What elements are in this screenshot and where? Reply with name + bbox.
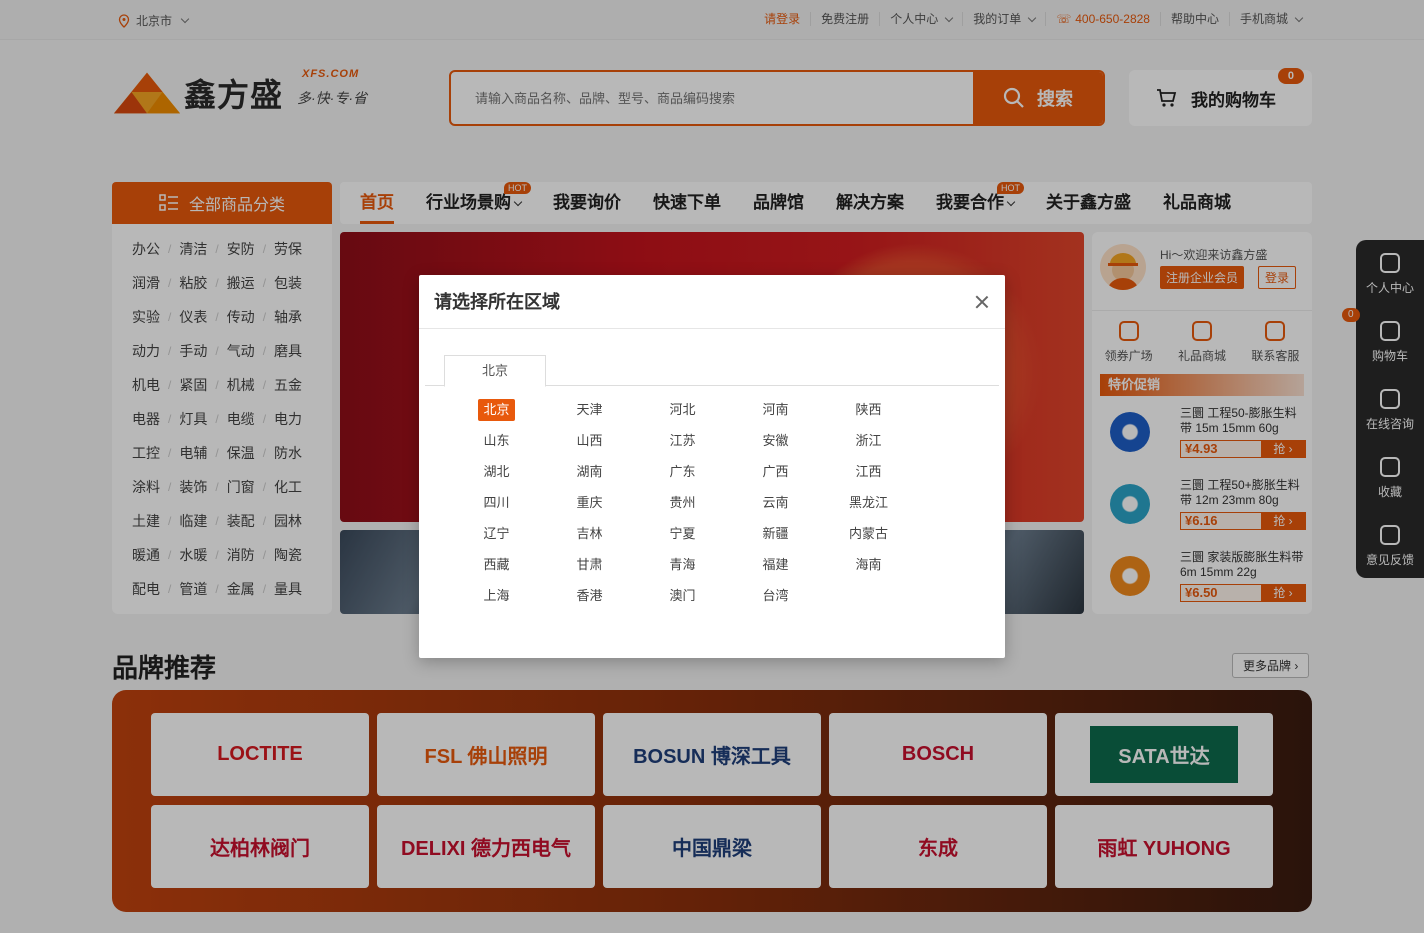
region-label: 青海 bbox=[669, 557, 696, 572]
region-label: 湖南 bbox=[576, 464, 603, 479]
region-label: 澳门 bbox=[669, 588, 696, 603]
region-label: 江西 bbox=[855, 464, 882, 479]
region-label: 宁夏 bbox=[669, 526, 696, 541]
region-label: 天津 bbox=[576, 402, 603, 417]
region-label: 河南 bbox=[762, 402, 789, 417]
region-label: 浙江 bbox=[855, 433, 882, 448]
region-option[interactable]: 上海 bbox=[450, 585, 543, 607]
region-option[interactable]: 福建 bbox=[729, 554, 822, 576]
region-label: 四川 bbox=[483, 495, 510, 510]
region-label: 西藏 bbox=[483, 557, 510, 572]
region-label: 江苏 bbox=[669, 433, 696, 448]
region-option[interactable]: 重庆 bbox=[543, 492, 636, 514]
region-label: 安徽 bbox=[762, 433, 789, 448]
region-select-dialog: 请选择所在区域 北京 北京 天津 河北 河南 陕西 山东 山西 江苏 安徽 浙江 湖北 湖南 广东 广西江… bbox=[419, 275, 1005, 658]
region-tabs: 北京 bbox=[425, 355, 999, 387]
region-label: 北京 bbox=[478, 399, 515, 421]
region-option[interactable]: 四川 bbox=[450, 492, 543, 514]
region-option[interactable]: 黑龙江 bbox=[822, 492, 915, 514]
region-option[interactable]: 青海 bbox=[636, 554, 729, 576]
region-option[interactable]: 宁夏 bbox=[636, 523, 729, 545]
region-option[interactable]: 内蒙古 bbox=[822, 523, 915, 545]
region-label: 广东 bbox=[669, 464, 696, 479]
region-label: 山西 bbox=[576, 433, 603, 448]
region-option[interactable]: 香港 bbox=[543, 585, 636, 607]
region-label: 上海 bbox=[483, 588, 510, 603]
region-option[interactable]: 辽宁 bbox=[450, 523, 543, 545]
region-option[interactable]: 台湾 bbox=[729, 585, 822, 607]
region-option[interactable]: 北京 bbox=[450, 399, 543, 421]
region-option[interactable]: 山西 bbox=[543, 430, 636, 452]
region-option[interactable]: 河北 bbox=[636, 399, 729, 421]
region-option[interactable]: 浙江 bbox=[822, 430, 915, 452]
region-label: 香港 bbox=[576, 588, 603, 603]
region-label: 云南 bbox=[762, 495, 789, 510]
region-option[interactable]: 江西 bbox=[822, 461, 915, 483]
region-option[interactable]: 甘肃 bbox=[543, 554, 636, 576]
region-option[interactable]: 湖北 bbox=[450, 461, 543, 483]
region-option[interactable]: 西藏 bbox=[450, 554, 543, 576]
region-option[interactable]: 安徽 bbox=[729, 430, 822, 452]
region-label: 辽宁 bbox=[483, 526, 510, 541]
region-label: 广西 bbox=[762, 464, 789, 479]
region-option[interactable]: 湖南 bbox=[543, 461, 636, 483]
region-label: 新疆 bbox=[762, 526, 789, 541]
region-option[interactable]: 吉林 bbox=[543, 523, 636, 545]
region-label: 福建 bbox=[762, 557, 789, 572]
region-label: 山东 bbox=[483, 433, 510, 448]
region-label: 湖北 bbox=[483, 464, 510, 479]
region-option[interactable]: 海南 bbox=[822, 554, 915, 576]
tab-beijing[interactable]: 北京 bbox=[444, 355, 546, 387]
region-option[interactable]: 广东 bbox=[636, 461, 729, 483]
region-option[interactable]: 河南 bbox=[729, 399, 822, 421]
region-label: 吉林 bbox=[576, 526, 603, 541]
region-label: 甘肃 bbox=[576, 557, 603, 572]
region-option[interactable]: 江苏 bbox=[636, 430, 729, 452]
region-label: 海南 bbox=[855, 557, 882, 572]
region-option[interactable]: 云南 bbox=[729, 492, 822, 514]
dialog-title: 请选择所在区域 bbox=[419, 275, 1005, 329]
region-option[interactable]: 新疆 bbox=[729, 523, 822, 545]
region-label: 重庆 bbox=[576, 495, 603, 510]
region-label: 黑龙江 bbox=[848, 495, 888, 510]
region-option[interactable]: 天津 bbox=[543, 399, 636, 421]
close-icon[interactable] bbox=[971, 291, 993, 313]
region-label: 台湾 bbox=[762, 588, 789, 603]
region-option[interactable]: 山东 bbox=[450, 430, 543, 452]
region-label: 贵州 bbox=[669, 495, 696, 510]
region-label: 内蒙古 bbox=[848, 526, 888, 541]
region-label: 河北 bbox=[669, 402, 696, 417]
region-label: 陕西 bbox=[855, 402, 882, 417]
region-option[interactable]: 贵州 bbox=[636, 492, 729, 514]
region-option[interactable]: 澳门 bbox=[636, 585, 729, 607]
region-option[interactable]: 陕西 bbox=[822, 399, 915, 421]
region-option[interactable]: 广西 bbox=[729, 461, 822, 483]
